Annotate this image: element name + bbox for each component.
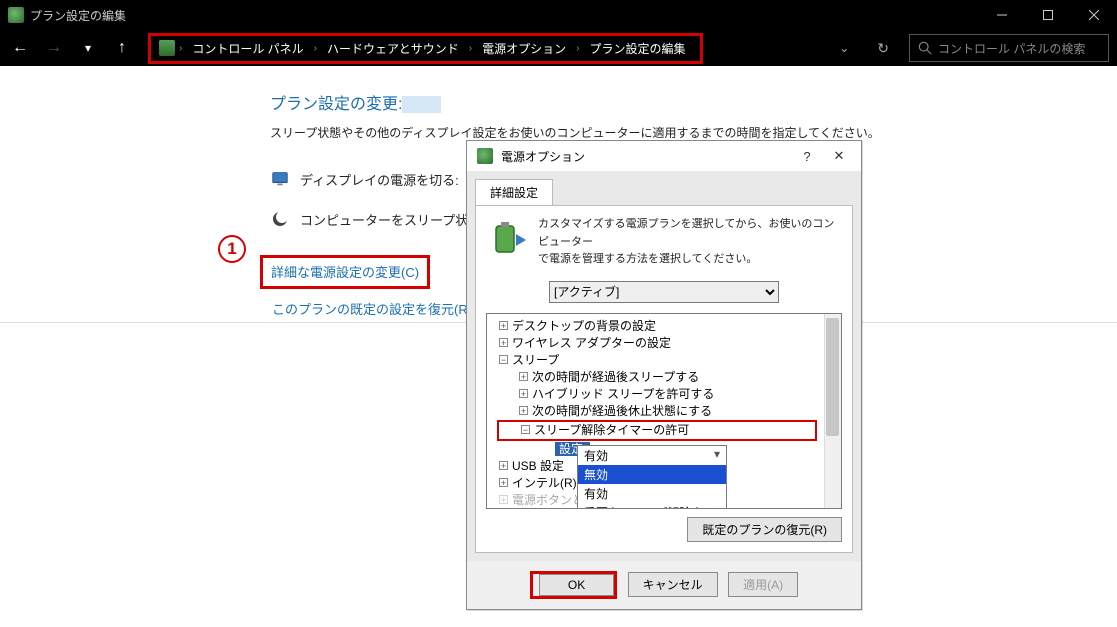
ok-button[interactable]: OK <box>539 574 614 596</box>
battery-icon <box>486 216 530 260</box>
combo-opt-disable[interactable]: 無効 <box>578 465 726 484</box>
display-off-label: ディスプレイの電源を切る: <box>300 170 459 189</box>
advanced-power-link[interactable]: 詳細な電源設定の変更(C) <box>271 265 419 280</box>
tree-wireless[interactable]: +ワイヤレス アダプターの設定 <box>491 335 837 352</box>
titlebar: プラン設定の編集 <box>0 0 1117 30</box>
page-title-text: プラン設定の変更: <box>270 96 402 113</box>
page-description: スリープ状態やその他のディスプレイ設定をお使いのコンピューターに適用するまでの時… <box>270 124 1117 141</box>
back-button[interactable]: ← <box>8 39 32 57</box>
tab-advanced[interactable]: 詳細設定 <box>475 179 553 205</box>
breadcrumb[interactable]: › コントロール パネル › ハードウェアとサウンド › 電源オプション › プ… <box>148 33 703 64</box>
breadcrumb-expand[interactable]: ⌄ <box>831 41 857 55</box>
combo-current[interactable]: 有効 <box>578 446 726 465</box>
tree-scrollbar-thumb[interactable] <box>826 318 839 436</box>
forward-button[interactable]: → <box>42 39 66 57</box>
breadcrumb-sep: › <box>576 43 579 54</box>
tree-desktop-bg[interactable]: +デスクトップの背景の設定 <box>491 318 837 335</box>
tree-hibernate[interactable]: +次の時間が経過後休止状態にする <box>491 403 837 420</box>
power-options-icon <box>8 7 24 23</box>
dialog-close-button[interactable]: ✕ <box>827 148 851 164</box>
window-title: プラン設定の編集 <box>30 7 126 24</box>
breadcrumb-sep: › <box>469 43 472 54</box>
ok-highlight: OK <box>530 571 617 599</box>
search-icon <box>918 41 932 55</box>
apply-button[interactable]: 適用(A) <box>728 572 798 597</box>
tree-sleep[interactable]: −スリープ <box>491 352 837 369</box>
up-button[interactable]: ↑ <box>110 39 134 57</box>
breadcrumb-sep: › <box>314 43 317 54</box>
breadcrumb-power[interactable]: 電源オプション <box>476 40 572 57</box>
breadcrumb-sep: › <box>179 43 182 54</box>
dialog-description: カスタマイズする電源プランを選択してから、お使いのコンピューター で電源を管理す… <box>538 216 842 269</box>
moon-icon <box>270 209 290 229</box>
combo-opt-enable[interactable]: 有効 <box>578 484 726 503</box>
dialog-power-icon <box>477 148 493 164</box>
minimize-button[interactable] <box>979 0 1025 30</box>
close-button[interactable] <box>1071 0 1117 30</box>
recent-dropdown[interactable]: ▾ <box>76 41 100 55</box>
dialog-help-button[interactable]: ? <box>795 149 819 164</box>
dialog-tabs: 詳細設定 <box>467 171 861 205</box>
display-icon <box>270 169 290 189</box>
navbar: ← → ▾ ↑ › コントロール パネル › ハードウェアとサウンド › 電源オ… <box>0 30 1117 66</box>
dialog-titlebar: 電源オプション ? ✕ <box>467 141 861 171</box>
tree-sleep-after[interactable]: +次の時間が経過後スリープする <box>491 369 837 386</box>
power-options-dialog: 電源オプション ? ✕ 詳細設定 カスタマイズする電源プランを選択してから、お使… <box>466 140 862 610</box>
tree-wake-timer-highlight: −スリープ解除タイマーの許可 <box>497 420 817 441</box>
refresh-button[interactable]: ↻ <box>867 40 899 57</box>
dialog-desc-line2: で電源を管理する方法を選択してください。 <box>538 253 757 265</box>
plan-name-selected <box>402 96 440 113</box>
search-input[interactable]: コントロール パネルの検索 <box>909 34 1109 62</box>
plan-select[interactable]: [アクティブ] <box>549 281 779 303</box>
dialog-desc-line1: カスタマイズする電源プランを選択してから、お使いのコンピューター <box>538 218 834 248</box>
breadcrumb-hardware[interactable]: ハードウェアとサウンド <box>321 40 465 57</box>
power-plan-icon <box>159 40 175 56</box>
advanced-link-highlight: 詳細な電源設定の変更(C) <box>260 255 430 289</box>
setting-combo[interactable]: 有効 無効 有効 重要なスリープ解除タイマーのみ <box>577 445 727 509</box>
settings-tree[interactable]: +デスクトップの背景の設定 +ワイヤレス アダプターの設定 −スリープ +次の時… <box>486 313 842 509</box>
restore-row: 既定のプランの復元(R) <box>486 509 842 542</box>
page-title: プラン設定の変更: <box>270 90 1117 114</box>
search-placeholder: コントロール パネルの検索 <box>938 40 1085 57</box>
annotation-1: 1 <box>218 235 246 263</box>
dialog-body: カスタマイズする電源プランを選択してから、お使いのコンピューター で電源を管理す… <box>475 205 853 553</box>
breadcrumb-control-panel[interactable]: コントロール パネル <box>186 40 309 57</box>
breadcrumb-plan-edit[interactable]: プラン設定の編集 <box>584 40 692 57</box>
tree-hybrid[interactable]: +ハイブリッド スリープを許可する <box>491 386 837 403</box>
dialog-footer: OK キャンセル 適用(A) <box>467 561 861 609</box>
maximize-button[interactable] <box>1025 0 1071 30</box>
restore-plan-button[interactable]: 既定のプランの復元(R) <box>687 517 842 542</box>
tree-wake-timer[interactable]: −スリープ解除タイマーの許可 <box>499 422 815 439</box>
dialog-title: 電源オプション <box>501 148 585 165</box>
cancel-button[interactable]: キャンセル <box>628 572 718 597</box>
